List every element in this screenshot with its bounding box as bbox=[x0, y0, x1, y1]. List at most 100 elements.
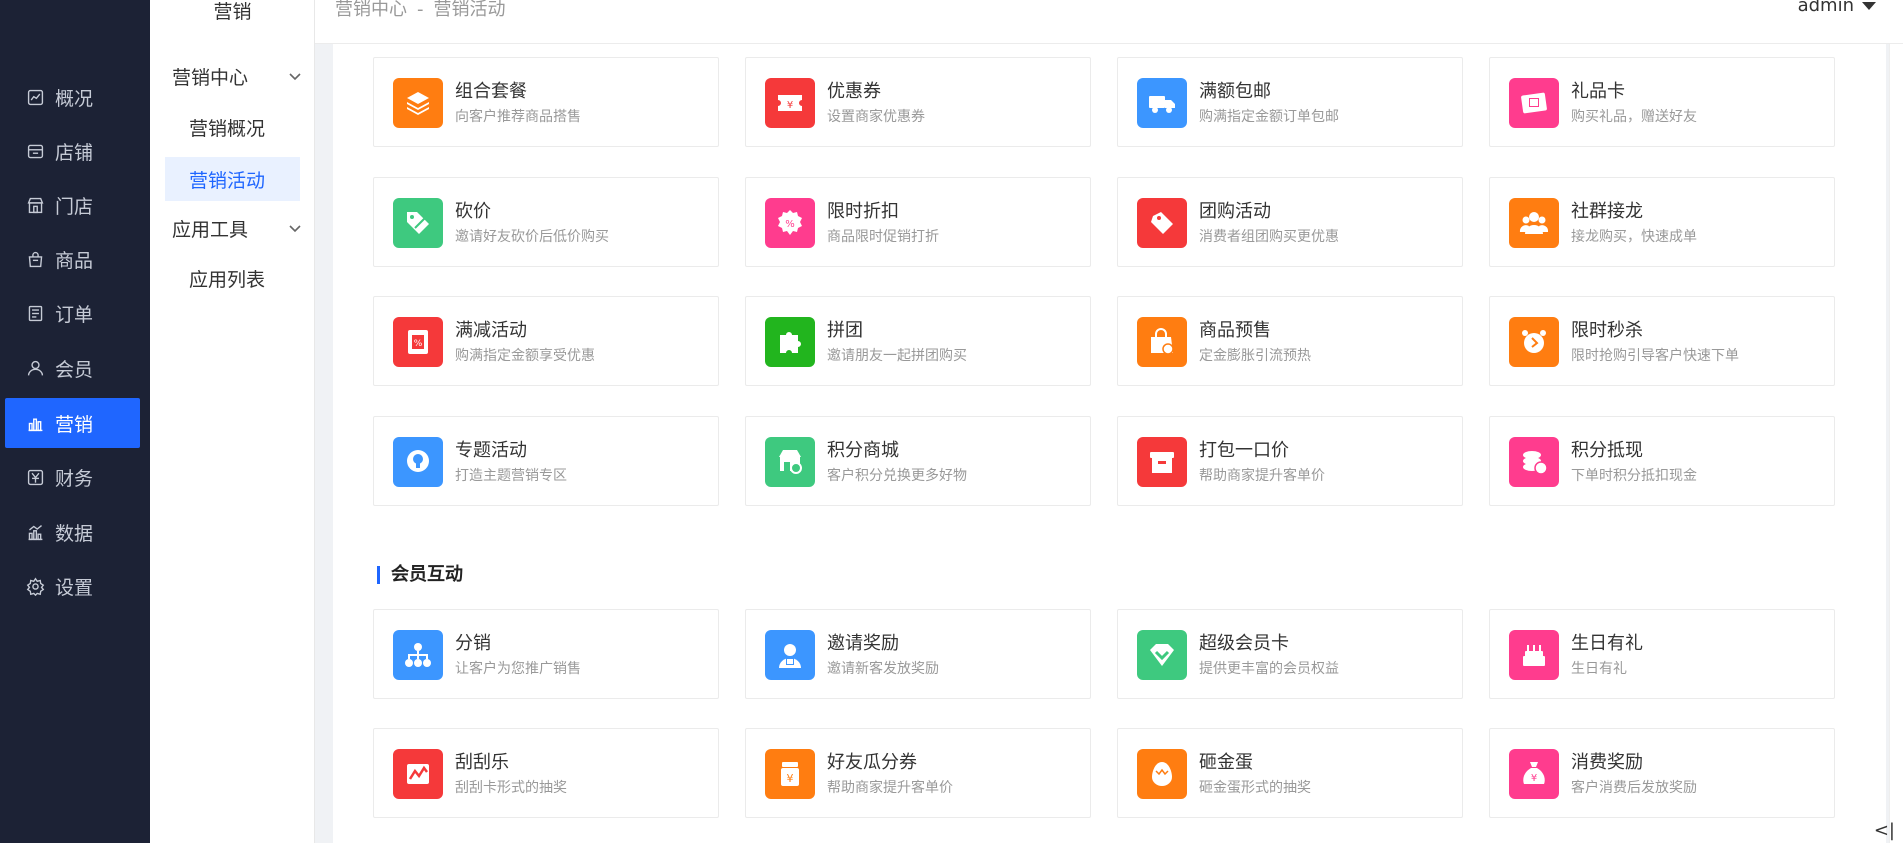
activity-title: 满额包邮 bbox=[1199, 81, 1271, 102]
collapse-button[interactable]: <| bbox=[1874, 820, 1895, 841]
activity-card[interactable]: % 满减活动 购满指定金额享受优惠 bbox=[373, 296, 719, 386]
activity-title: 打包一口价 bbox=[1199, 440, 1289, 461]
breadcrumb-separator: - bbox=[417, 0, 424, 20]
activity-card[interactable]: 拼团邀请朋友一起拼团购买 bbox=[745, 296, 1091, 386]
activity-card[interactable]: 限时秒杀 限时抢购引导客户快速下单 bbox=[1489, 296, 1835, 386]
user-icon bbox=[25, 358, 45, 378]
data-icon bbox=[25, 522, 45, 542]
activity-card[interactable]: 生日有礼 生日有礼 bbox=[1489, 609, 1835, 699]
activity-description: 设置商家优惠券 bbox=[827, 109, 925, 125]
activity-title: 限时折扣 bbox=[827, 201, 899, 222]
activity-card[interactable]: 刮刮乐 刮刮卡形式的抽奖 bbox=[373, 728, 719, 818]
activity-card[interactable]: 分销 让客户为您推广销售 bbox=[373, 609, 719, 699]
activity-description: 打造主题营销专区 bbox=[455, 468, 567, 484]
activity-title: 邀请奖励 bbox=[827, 633, 899, 654]
sidebar-item[interactable]: 设置 bbox=[5, 561, 140, 611]
svg-text:¥: ¥ bbox=[787, 772, 794, 785]
activity-title: 限时秒杀 bbox=[1571, 320, 1643, 341]
activity-description: 客户消费后发放奖励 bbox=[1571, 780, 1697, 796]
activity-card[interactable]: 商品预售 定金膨胀引流预热 bbox=[1117, 296, 1463, 386]
gift-card-icon bbox=[1509, 78, 1559, 128]
activity-description: 砸金蛋形式的抽奖 bbox=[1199, 780, 1311, 796]
user-menu[interactable]: admin bbox=[1798, 0, 1876, 16]
bag-icon bbox=[25, 249, 45, 269]
group-marketing-center[interactable]: 营销中心 bbox=[172, 56, 302, 96]
sub-item-marketing-overview[interactable]: 营销概况 bbox=[165, 105, 300, 149]
discount-icon: % bbox=[765, 198, 815, 248]
activity-card[interactable]: ¥ 优惠券设置商家优惠券 bbox=[745, 57, 1091, 147]
percent-ticket-icon: % bbox=[393, 317, 443, 367]
puzzle-icon bbox=[765, 317, 815, 367]
svg-text:%: % bbox=[414, 339, 423, 349]
sidebar-item-label: 订单 bbox=[55, 303, 94, 326]
activity-card[interactable]: 砍价 邀请好友砍价后低价购买 bbox=[373, 177, 719, 267]
sidebar-item-label: 数据 bbox=[55, 522, 94, 545]
activity-description: 下单时积分抵扣现金 bbox=[1571, 468, 1697, 484]
sub-item-marketing-activities[interactable]: 营销活动 bbox=[165, 157, 300, 201]
svg-text:¥: ¥ bbox=[1531, 773, 1537, 784]
network-icon bbox=[393, 630, 443, 680]
activity-card[interactable]: 满额包邮 购满指定金额订单包邮 bbox=[1117, 57, 1463, 147]
breadcrumb-item[interactable]: 营销中心 bbox=[335, 0, 407, 20]
activity-description: 向客户推荐商品搭售 bbox=[455, 109, 581, 125]
sub-item-app-list[interactable]: 应用列表 bbox=[165, 256, 300, 300]
sidebar-item[interactable]: 数据 bbox=[5, 507, 140, 557]
main-sidebar: 概况店铺门店商品订单会员 营销 财务数据设置 bbox=[0, 0, 150, 843]
group-label: 应用工具 bbox=[172, 218, 249, 241]
scratch-icon bbox=[393, 749, 443, 799]
scrollbar[interactable] bbox=[1889, 44, 1903, 843]
sidebar-item-label: 商品 bbox=[55, 249, 94, 272]
activity-card[interactable]: 打包一口价帮助商家提升客单价 bbox=[1117, 416, 1463, 506]
chevron-down-icon bbox=[289, 73, 301, 81]
activity-card[interactable]: 专题活动打造主题营销专区 bbox=[373, 416, 719, 506]
caret-down-icon bbox=[1862, 1, 1876, 10]
secondary-sidebar-title: 营销 bbox=[213, 1, 252, 23]
activity-card[interactable]: 礼品卡 购买礼品，赠送好友 bbox=[1489, 57, 1835, 147]
activity-description: 生日有礼 bbox=[1571, 661, 1627, 677]
activity-card[interactable]: ¥ 好友瓜分券 帮助商家提升客单价 bbox=[745, 728, 1091, 818]
store-icon bbox=[25, 141, 45, 161]
activity-description: 帮助商家提升客单价 bbox=[1199, 468, 1325, 484]
truck-icon bbox=[1137, 78, 1187, 128]
sidebar-item[interactable]: 店铺 bbox=[5, 126, 140, 176]
sidebar-item-label: 设置 bbox=[55, 576, 94, 599]
activity-card[interactable]: 组合套餐向客户推荐商品搭售 bbox=[373, 57, 719, 147]
cake-icon bbox=[1509, 630, 1559, 680]
sidebar-item[interactable]: 营销 bbox=[5, 398, 140, 448]
activity-card[interactable]: 积分抵现 下单时积分抵扣现金 bbox=[1489, 416, 1835, 506]
activity-title: 拼团 bbox=[827, 320, 863, 341]
activity-card[interactable]: 超级会员卡提供更丰富的会员权益 bbox=[1117, 609, 1463, 699]
activity-description: 提供更丰富的会员权益 bbox=[1199, 661, 1339, 677]
activity-card[interactable]: 邀请奖励 邀请新客发放奖励 bbox=[745, 609, 1091, 699]
sidebar-item[interactable]: 财务 bbox=[5, 452, 140, 502]
group-app-tools[interactable]: 应用工具 bbox=[172, 208, 302, 248]
sidebar-item[interactable]: 门店 bbox=[5, 180, 140, 230]
tag-cut-icon bbox=[393, 198, 443, 248]
sidebar-item[interactable]: 订单 bbox=[5, 288, 140, 338]
activity-title: 超级会员卡 bbox=[1199, 633, 1289, 654]
tags-icon bbox=[1137, 198, 1187, 248]
activity-card[interactable]: 积分商城 客户积分兑换更多好物 bbox=[745, 416, 1091, 506]
sidebar-item[interactable]: 会员 bbox=[5, 343, 140, 393]
activity-title: 组合套餐 bbox=[455, 81, 527, 102]
activity-card[interactable]: 社群接龙 接龙购买，快速成单 bbox=[1489, 177, 1835, 267]
sidebar-item[interactable]: 商品 bbox=[5, 234, 140, 284]
svg-text:¥: ¥ bbox=[787, 100, 793, 111]
activity-title: 优惠券 bbox=[827, 81, 881, 102]
activity-card[interactable]: 团购活动 消费者组团购买更优惠 bbox=[1117, 177, 1463, 267]
activity-card[interactable]: ¥ 消费奖励 客户消费后发放奖励 bbox=[1489, 728, 1835, 818]
section-title-member-interaction: 会员互动 bbox=[377, 566, 463, 584]
chevron-down-icon bbox=[289, 225, 301, 233]
activity-card[interactable]: 砸金蛋砸金蛋形式的抽奖 bbox=[1117, 728, 1463, 818]
activity-title: 专题活动 bbox=[455, 440, 527, 461]
sidebar-item-label: 概况 bbox=[55, 87, 94, 110]
activity-description: 让客户为您推广销售 bbox=[455, 661, 581, 677]
sidebar-item-label: 店铺 bbox=[55, 141, 94, 164]
breadcrumb-current: 营销活动 bbox=[433, 0, 506, 20]
activity-title: 砸金蛋 bbox=[1199, 752, 1253, 773]
sidebar-item[interactable]: 概况 bbox=[5, 72, 140, 122]
activity-card[interactable]: % 限时折扣 商品限时促销打折 bbox=[745, 177, 1091, 267]
points-store-icon bbox=[765, 437, 815, 487]
chart-icon bbox=[25, 87, 45, 107]
activity-description: 邀请朋友一起拼团购买 bbox=[827, 348, 967, 364]
